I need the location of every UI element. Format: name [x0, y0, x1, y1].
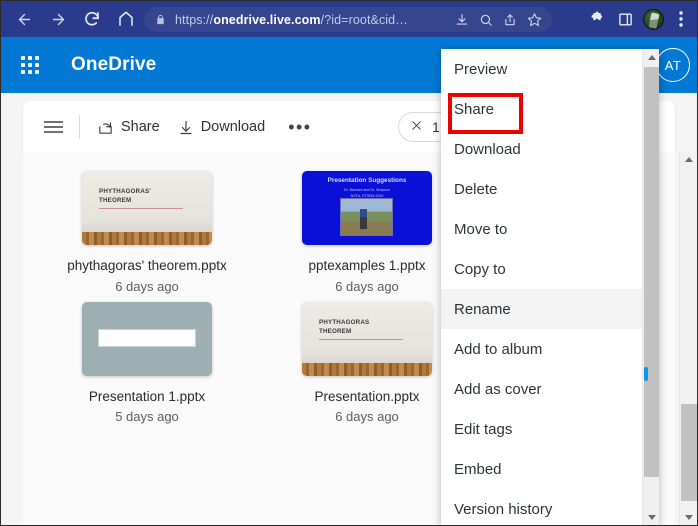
context-menu-scrollbar[interactable] [642, 49, 659, 525]
thumbnail-floor [302, 362, 432, 376]
toolbar-divider [79, 115, 80, 139]
menu-item-download[interactable]: Download [441, 129, 659, 169]
three-dot-menu-icon[interactable] [667, 5, 695, 33]
share-button[interactable]: Share [88, 110, 169, 144]
menu-item-version-history[interactable]: Version history [441, 489, 659, 525]
star-bookmark-icon[interactable] [522, 9, 546, 31]
app-launcher-waffle-icon[interactable] [21, 56, 39, 74]
menu-item-preview[interactable]: Preview [441, 49, 659, 89]
scroll-down-arrow-icon[interactable] [643, 509, 659, 525]
profile-avatar-icon[interactable] [639, 5, 667, 33]
file-date: 5 days ago [115, 409, 179, 425]
scroll-up-arrow-icon[interactable] [680, 151, 697, 168]
close-x-icon[interactable] [410, 119, 423, 136]
address-bar[interactable]: https://onedrive.live.com/?id=root&cid… [144, 7, 552, 32]
file-tile[interactable]: Presentation 1.pptx 5 days ago [37, 294, 257, 425]
thumbnail-title: PHYTHAGORAS THEOREM [319, 318, 370, 335]
scrollbar-thumb[interactable] [644, 67, 659, 477]
thumbnail-floor [82, 232, 212, 245]
reload-button[interactable] [77, 4, 107, 34]
thumbnail-rule [319, 338, 403, 340]
page-scrollbar[interactable] [679, 151, 697, 525]
install-app-icon[interactable] [450, 9, 474, 31]
menu-item-add-as-cover[interactable]: Add as cover [441, 369, 659, 409]
file-thumbnail[interactable]: Presentation Suggestions Dr. Barnard and… [302, 171, 432, 245]
side-panel-icon[interactable] [611, 5, 639, 33]
zoom-search-icon[interactable] [474, 9, 498, 31]
file-name: Presentation 1.pptx [88, 388, 206, 404]
context-menu: Preview Share Download Delete Move to Co… [441, 49, 659, 525]
menu-item-move-to[interactable]: Move to [441, 209, 659, 249]
scrollbar-thumb[interactable] [681, 404, 697, 501]
file-thumbnail[interactable] [82, 301, 212, 376]
lock-icon [155, 13, 166, 26]
share-button-label: Share [121, 119, 160, 135]
browser-window: https://onedrive.live.com/?id=root&cid… [0, 0, 698, 526]
menu-item-copy-to[interactable]: Copy to [441, 249, 659, 289]
download-button-label: Download [200, 119, 266, 135]
share-arrow-icon [97, 119, 114, 136]
back-button[interactable] [9, 4, 39, 34]
forward-button[interactable] [43, 4, 73, 34]
browser-toolbar: https://onedrive.live.com/?id=root&cid… [1, 1, 697, 37]
thumbnail-photo [340, 198, 393, 236]
more-options-button[interactable]: ••• [278, 110, 321, 144]
menu-item-share[interactable]: Share [441, 89, 659, 129]
file-name: phythagoras' theorem.pptx [67, 258, 227, 273]
scroll-down-arrow-icon[interactable] [680, 509, 697, 525]
share-page-icon[interactable] [498, 9, 522, 31]
thumbnail-rule [99, 208, 183, 209]
url-text: https://onedrive.live.com/?id=root&cid… [175, 12, 408, 27]
menu-item-delete[interactable]: Delete [441, 169, 659, 209]
thumbnail-placeholder-box [98, 328, 196, 347]
menu-item-edit-tags[interactable]: Edit tags [441, 409, 659, 449]
home-button[interactable] [111, 4, 141, 34]
download-button[interactable]: Download [169, 110, 275, 144]
file-date: 6 days ago [115, 278, 179, 294]
thumbnail-title: Presentation Suggestions [327, 177, 407, 184]
hamburger-menu-icon[interactable] [36, 110, 71, 144]
page-title: OneDrive [71, 54, 157, 75]
menu-item-embed[interactable]: Embed [441, 449, 659, 489]
scroll-up-arrow-icon[interactable] [643, 49, 659, 66]
browser-right-controls [583, 5, 695, 33]
download-arrow-icon [178, 119, 194, 136]
menu-item-rename[interactable]: Rename [441, 289, 659, 329]
thumbnail-title: PHYTHAGORAS' THEOREM [99, 188, 151, 204]
extensions-puzzle-icon[interactable] [583, 5, 611, 33]
menu-item-add-to-album[interactable]: Add to album [441, 329, 659, 369]
file-tile[interactable]: PHYTHAGORAS' THEOREM phythagoras' theorem… [37, 163, 257, 294]
file-thumbnail[interactable]: PHYTHAGORAS' THEOREM [82, 171, 212, 245]
selected-item-accent [644, 367, 648, 381]
avatar[interactable]: AT [656, 48, 690, 82]
file-thumbnail[interactable]: PHYTHAGORAS THEOREM [302, 301, 432, 376]
